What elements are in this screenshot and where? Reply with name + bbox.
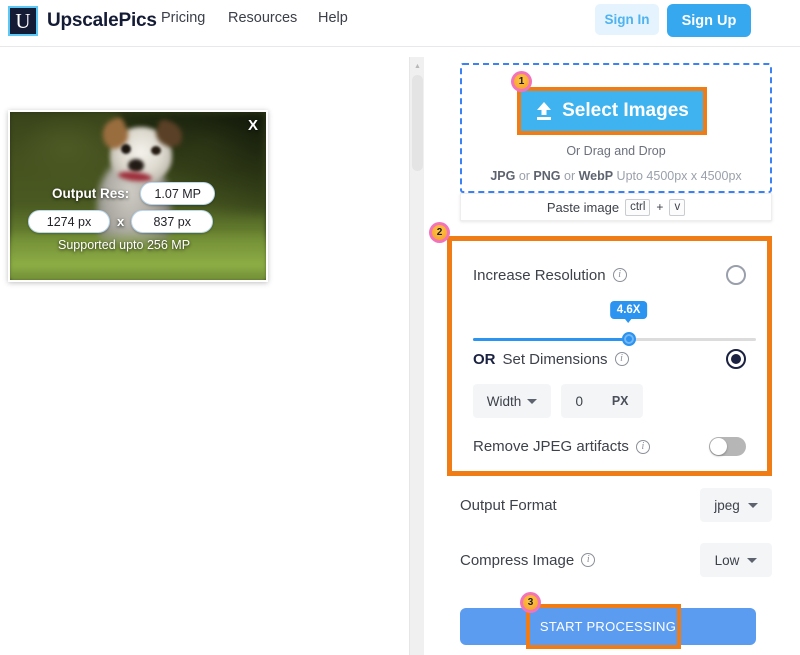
remove-jpeg-toggle[interactable] — [709, 437, 746, 456]
set-dimensions-row: OR Set Dimensions i — [452, 349, 767, 369]
info-icon[interactable]: i — [581, 553, 596, 567]
key-plus: + — [656, 200, 664, 214]
compress-level-value: Low — [714, 552, 740, 568]
drag-and-drop-text: Or Drag and Drop — [566, 144, 666, 158]
dimension-value-field[interactable]: 0 PX — [561, 384, 643, 418]
output-format-row: Output Format jpeg — [460, 488, 772, 522]
scroll-up-arrow-icon[interactable]: ▲ — [410, 59, 425, 74]
resolution-overlay: Output Res: 1.07 MP 1274 px x 837 px Sup… — [10, 112, 266, 280]
format-webp: WebP — [578, 169, 614, 183]
step-badge-3-number: 3 — [523, 595, 538, 610]
compress-image-row: Compress Image i Low — [460, 543, 772, 577]
select-images-label: Select Images — [562, 100, 689, 121]
format-or-2: or — [560, 169, 579, 183]
start-processing-wrap: START PROCESSING — [460, 604, 756, 649]
set-dimensions-radio[interactable] — [726, 349, 746, 369]
megapixels-value: 1.07 MP — [140, 182, 216, 205]
slider-value-tooltip: 4.6X — [609, 301, 648, 323]
increase-resolution-radio[interactable] — [726, 265, 746, 285]
settings-panel: Select Images Or Drag and Drop JPG or PN… — [424, 47, 800, 655]
dimension-unit: PX — [611, 394, 629, 408]
paste-image-bar[interactable]: Paste image ctrl + v — [460, 193, 772, 221]
upload-arrow-icon — [537, 102, 552, 120]
preview-width-value: 1274 px — [28, 210, 110, 233]
brand-logo[interactable]: U UpscalePics — [8, 6, 157, 36]
start-processing-button[interactable]: START PROCESSING — [460, 608, 756, 645]
sign-in-button[interactable]: Sign In — [595, 4, 659, 35]
sign-up-button[interactable]: Sign Up — [667, 4, 751, 37]
key-ctrl: ctrl — [625, 198, 651, 216]
format-or-1: or — [515, 169, 534, 183]
step-badge-1: 1 — [511, 71, 532, 92]
format-png: PNG — [533, 169, 561, 183]
resolution-slider[interactable]: 4.6X — [473, 301, 756, 347]
set-dimensions-or: OR — [473, 350, 496, 368]
preview-photo: Output Res: 1.07 MP 1274 px x 837 px Sup… — [10, 112, 266, 280]
increase-resolution-label-wrap: Increase Resolution i — [473, 267, 627, 284]
logo-icon: U — [8, 6, 38, 36]
dimension-controls: Width 0 PX — [473, 384, 643, 418]
remove-jpeg-row: Remove JPEG artifacts i — [452, 437, 767, 456]
nav-link-help[interactable]: Help — [318, 10, 348, 26]
chevron-down-icon — [527, 398, 538, 404]
remove-jpeg-label: Remove JPEG artifacts — [473, 438, 629, 455]
dimensions-row: 1274 px x 837 px — [28, 210, 214, 233]
dimension-value: 0 — [575, 393, 583, 409]
preview-height-value: 837 px — [131, 210, 214, 233]
paste-image-label: Paste image — [546, 199, 620, 215]
compress-image-label-wrap: Compress Image i — [460, 551, 596, 569]
step-badge-2: 2 — [429, 222, 450, 243]
supported-formats-text: JPG or PNG or WebP Upto 4500px x 4500px — [462, 169, 770, 183]
format-jpg: JPG — [490, 169, 516, 183]
close-icon[interactable]: X — [248, 118, 258, 133]
info-icon[interactable]: i — [635, 439, 650, 454]
scrollbar-thumb[interactable] — [412, 75, 423, 171]
slider-fill — [473, 338, 629, 341]
key-v: v — [669, 198, 686, 216]
app-header: U UpscalePics Pricing Resources Help Sig… — [0, 0, 800, 47]
increase-resolution-label: Increase Resolution — [473, 266, 606, 284]
format-limit: Upto 4500px x 4500px — [613, 169, 742, 183]
upload-dropzone[interactable]: Select Images Or Drag and Drop JPG or PN… — [460, 63, 772, 193]
compress-level-dropdown[interactable]: Low — [700, 543, 772, 577]
dimension-type-value: Width — [486, 393, 522, 409]
output-format-dropdown[interactable]: jpeg — [700, 488, 772, 522]
info-icon[interactable]: i — [612, 268, 627, 282]
step-badge-3: 3 — [520, 592, 541, 613]
chevron-down-icon — [747, 557, 758, 563]
increase-resolution-row: Increase Resolution i — [452, 265, 767, 285]
output-res-label: Output Res: — [52, 186, 130, 201]
remove-jpeg-label-wrap: Remove JPEG artifacts i — [473, 438, 650, 455]
chevron-down-icon — [747, 502, 758, 508]
image-preview-card[interactable]: Output Res: 1.07 MP 1274 px x 837 px Sup… — [8, 110, 268, 282]
set-dimensions-label: Set Dimensions — [502, 350, 608, 368]
dimension-separator: x — [117, 214, 125, 229]
output-format-label: Output Format — [460, 496, 557, 514]
output-res-row: Output Res: 1.07 MP — [52, 182, 216, 205]
compress-image-label: Compress Image — [460, 551, 575, 569]
select-images-highlight: Select Images — [517, 87, 707, 135]
slider-thumb[interactable] — [621, 332, 636, 346]
select-images-button[interactable]: Select Images — [521, 91, 703, 131]
step-badge-2-number: 2 — [432, 225, 447, 240]
output-format-value: jpeg — [714, 497, 740, 513]
set-dimensions-label-wrap: OR Set Dimensions i — [473, 351, 629, 368]
vertical-scrollbar[interactable]: ▲ — [409, 57, 424, 655]
supported-note: Supported upto 256 MP — [58, 238, 191, 252]
dimension-type-select[interactable]: Width — [473, 384, 551, 418]
info-icon[interactable]: i — [614, 352, 629, 366]
nav-link-pricing[interactable]: Pricing — [161, 10, 205, 26]
resolution-settings-group: Increase Resolution i 4.6X OR Set Dimens… — [447, 236, 772, 476]
brand-name: UpscalePics — [47, 10, 157, 31]
nav-link-resources[interactable]: Resources — [228, 10, 297, 26]
step-badge-1-number: 1 — [514, 74, 529, 89]
